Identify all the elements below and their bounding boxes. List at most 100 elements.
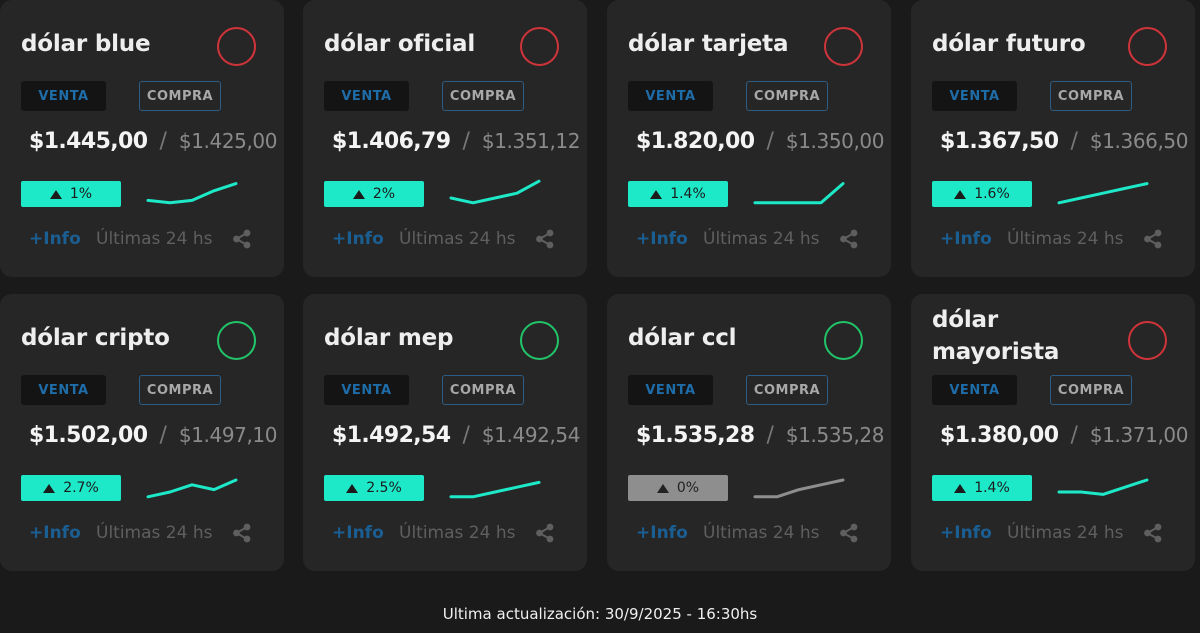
sparkline-line (753, 478, 845, 499)
status-circle-icon[interactable] (217, 27, 256, 66)
share-icon[interactable] (534, 228, 556, 250)
tab-venta[interactable]: VENTA (21, 375, 106, 405)
quote-card[interactable]: dólar ccl VENTA COMPRA $1.535,28 / $1.53… (607, 294, 891, 571)
status-circle-icon[interactable] (1128, 27, 1167, 66)
sell-price: $1.492,54 (332, 422, 451, 448)
quote-card[interactable]: dólar mayorista VENTA COMPRA $1.380,00 /… (911, 294, 1195, 571)
change-badge: 0% (628, 475, 728, 501)
sparkline-chart (449, 179, 541, 205)
quote-card[interactable]: dólar mep VENTA COMPRA $1.492,54 / $1.49… (303, 294, 587, 571)
buy-price: $1.425,00 (178, 129, 278, 153)
quote-card[interactable]: dólar blue VENTA COMPRA $1.445,00 / $1.4… (0, 0, 284, 277)
tab-compra[interactable]: COMPRA (1050, 375, 1132, 405)
change-value: 1.4% (670, 186, 706, 202)
period-label: Últimas 24 hs (1007, 523, 1124, 543)
period-label: Últimas 24 hs (399, 229, 516, 249)
tab-venta[interactable]: VENTA (21, 81, 106, 111)
price-separator: / (462, 422, 470, 448)
sell-price: $1.445,00 (29, 128, 148, 154)
sell-price: $1.535,28 (636, 422, 755, 448)
card-title: dólar futuro (932, 31, 1086, 57)
price-row: $1.535,28 / $1.535,28 (636, 419, 884, 451)
more-info-link[interactable]: +Info (940, 229, 1007, 249)
more-info-link[interactable]: +Info (940, 523, 1007, 543)
change-badge: 2.7% (21, 475, 121, 501)
share-icon[interactable] (1142, 228, 1164, 250)
card-title: dólar mayorista (932, 307, 1060, 365)
change-value: 1.6% (974, 186, 1010, 202)
period-label: Últimas 24 hs (703, 229, 820, 249)
more-info-link[interactable]: +Info (332, 229, 399, 249)
share-icon[interactable] (231, 228, 253, 250)
tab-compra[interactable]: COMPRA (139, 81, 221, 111)
card-title: dólar blue (21, 31, 151, 57)
tab-venta[interactable]: VENTA (628, 81, 713, 111)
sell-price: $1.502,00 (29, 422, 148, 448)
price-row: $1.492,54 / $1.492,54 (332, 419, 580, 451)
price-separator: / (1070, 128, 1078, 154)
tab-venta[interactable]: VENTA (324, 81, 409, 111)
tab-compra[interactable]: COMPRA (442, 375, 524, 405)
sparkline-line (753, 182, 845, 205)
sparkline-chart (146, 182, 238, 205)
card-title: dólar oficial (324, 31, 476, 57)
status-circle-icon[interactable] (217, 321, 256, 360)
tab-venta[interactable]: VENTA (628, 375, 713, 405)
tab-compra[interactable]: COMPRA (746, 375, 828, 405)
card-footer: +Info Últimas 24 hs (940, 520, 1170, 546)
card-footer: +Info Últimas 24 hs (636, 226, 866, 252)
status-circle-icon[interactable] (824, 27, 863, 66)
change-badge: 1.6% (932, 181, 1032, 207)
more-info-link[interactable]: +Info (332, 523, 399, 543)
tab-compra[interactable]: COMPRA (746, 81, 828, 111)
tab-venta[interactable]: VENTA (324, 375, 409, 405)
change-value: 2.7% (63, 480, 99, 496)
quote-card[interactable]: dólar futuro VENTA COMPRA $1.367,50 / $1… (911, 0, 1195, 277)
card-footer: +Info Últimas 24 hs (636, 520, 866, 546)
status-circle-icon[interactable] (1128, 321, 1167, 360)
sparkline-chart (753, 182, 845, 205)
price-row: $1.367,50 / $1.366,50 (940, 125, 1188, 157)
tab-venta[interactable]: VENTA (932, 81, 1017, 111)
period-label: Últimas 24 hs (1007, 229, 1124, 249)
sparkline-chart (1057, 182, 1149, 205)
quote-card[interactable]: dólar cripto VENTA COMPRA $1.502,00 / $1… (0, 294, 284, 571)
tab-venta[interactable]: VENTA (932, 375, 1017, 405)
tab-compra[interactable]: COMPRA (442, 81, 524, 111)
period-label: Últimas 24 hs (96, 229, 213, 249)
card-footer: +Info Últimas 24 hs (332, 226, 562, 252)
card-title: dólar cripto (21, 325, 170, 351)
sparkline-line (449, 480, 541, 499)
share-icon[interactable] (838, 228, 860, 250)
sparkline-line (1057, 478, 1149, 496)
buy-price: $1.497,10 (178, 423, 278, 447)
status-circle-icon[interactable] (520, 321, 559, 360)
sparkline-line (449, 179, 541, 205)
sell-price: $1.380,00 (940, 422, 1059, 448)
share-icon[interactable] (231, 522, 253, 544)
tab-compra[interactable]: COMPRA (1050, 81, 1132, 111)
change-badge: 1.4% (932, 475, 1032, 501)
arrow-up-icon (352, 189, 365, 199)
more-info-link[interactable]: +Info (636, 229, 703, 249)
more-info-link[interactable]: +Info (29, 523, 96, 543)
share-icon[interactable] (838, 522, 860, 544)
status-circle-icon[interactable] (520, 27, 559, 66)
card-title: dólar ccl (628, 325, 737, 351)
price-row: $1.820,00 / $1.350,00 (636, 125, 884, 157)
status-circle-icon[interactable] (824, 321, 863, 360)
arrow-up-icon (43, 483, 56, 493)
quote-card[interactable]: dólar tarjeta VENTA COMPRA $1.820,00 / $… (607, 0, 891, 277)
change-badge: 2.5% (324, 475, 424, 501)
share-icon[interactable] (1142, 522, 1164, 544)
more-info-link[interactable]: +Info (29, 229, 96, 249)
quote-card[interactable]: dólar oficial VENTA COMPRA $1.406,79 / $… (303, 0, 587, 277)
sparkline-chart (146, 478, 238, 499)
more-info-link[interactable]: +Info (636, 523, 703, 543)
buy-price: $1.366,50 (1089, 129, 1189, 153)
share-icon[interactable] (534, 522, 556, 544)
price-separator: / (1070, 422, 1078, 448)
change-value: 0% (676, 480, 700, 496)
tab-compra[interactable]: COMPRA (139, 375, 221, 405)
buy-price: $1.371,00 (1089, 423, 1189, 447)
